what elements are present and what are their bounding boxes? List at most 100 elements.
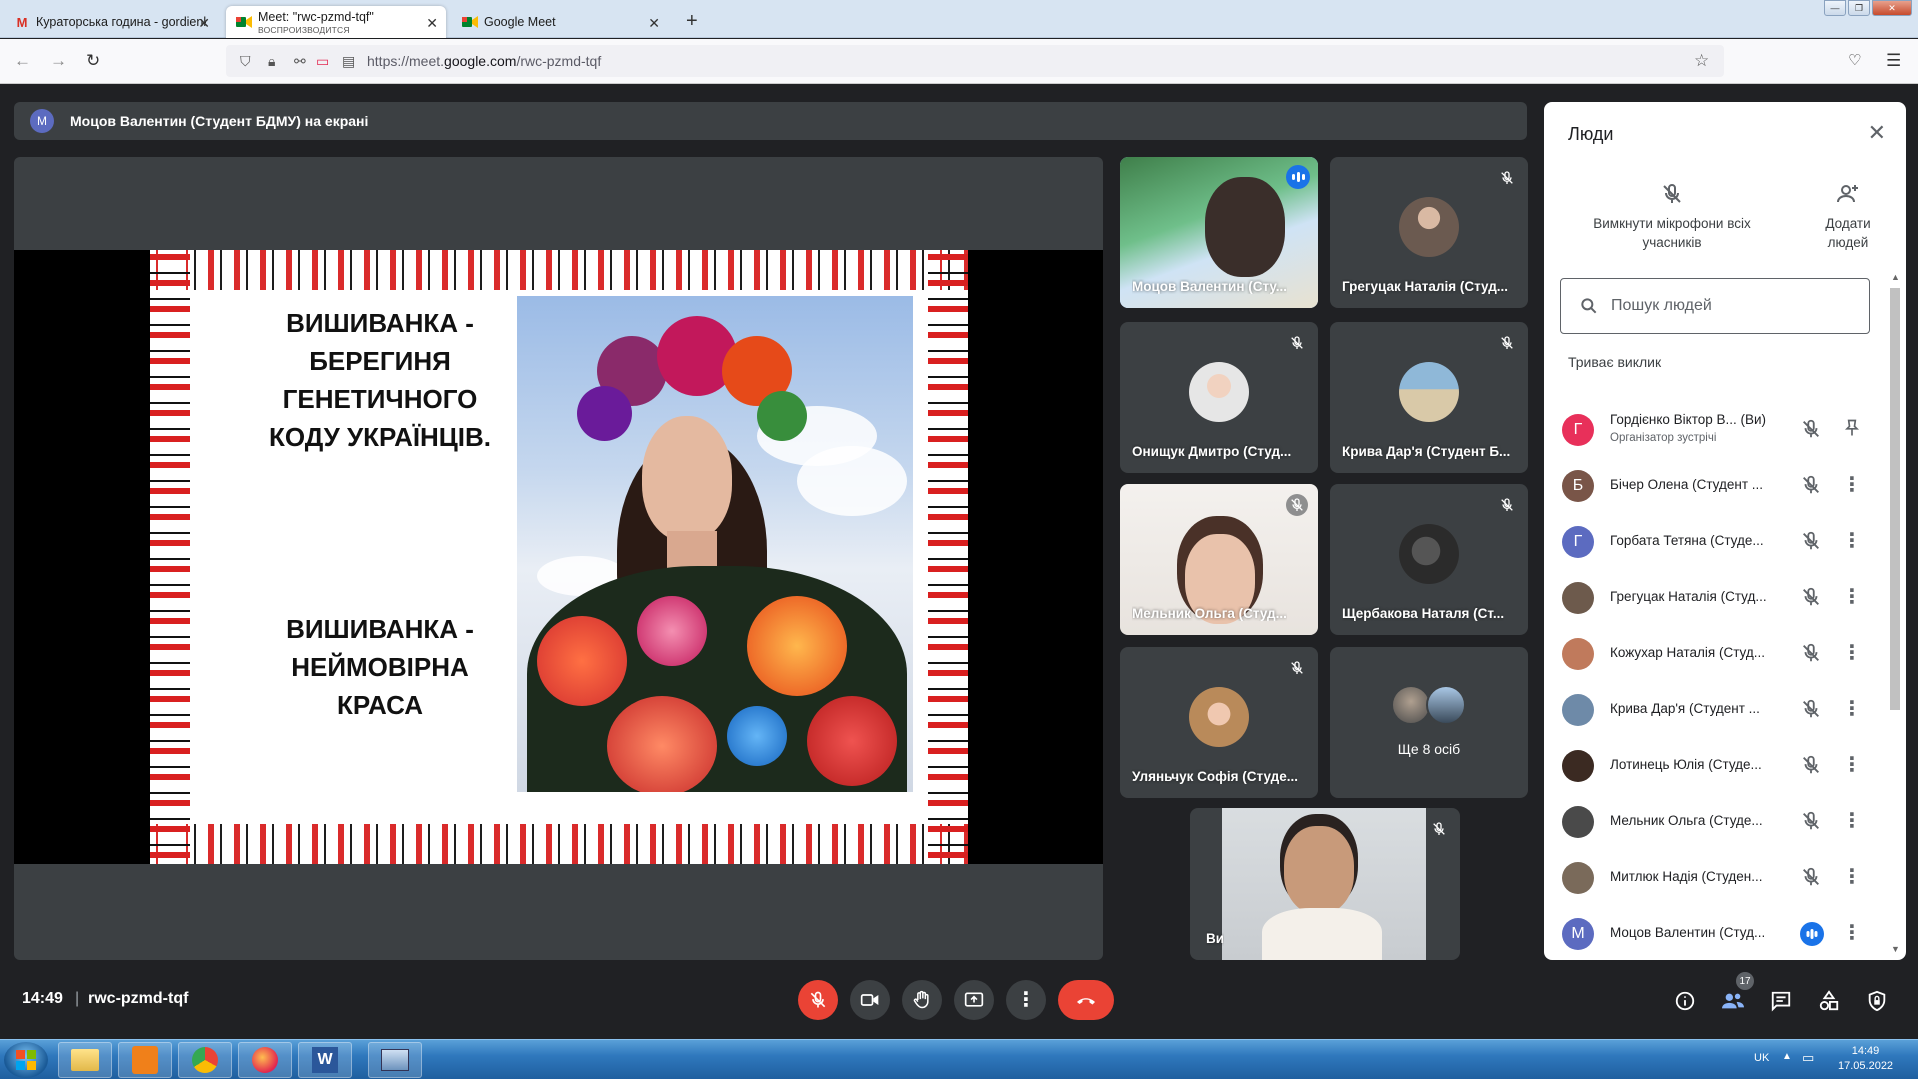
address-bar[interactable]: ⛉ 🔒︎ ⚯ ▭ ▤ https://meet.google.com/rwc-p… <box>226 45 1724 77</box>
mic-off-icon[interactable] <box>1800 810 1824 834</box>
more-options-icon[interactable]: ⋮ <box>1840 586 1864 610</box>
keyboard-language[interactable]: UK <box>1754 1052 1769 1064</box>
mic-off-icon[interactable] <box>1800 698 1824 722</box>
search-input[interactable] <box>1611 297 1851 315</box>
panel-scrollbar[interactable]: ▲ ▼ <box>1888 272 1902 960</box>
pocket-icon[interactable]: ♡ <box>1848 51 1861 69</box>
scroll-down-icon[interactable]: ▼ <box>1891 944 1900 954</box>
tab-close-icon[interactable]: ✕ <box>198 15 210 32</box>
forward-arrow-icon[interactable]: → <box>50 51 67 71</box>
participant-tile[interactable]: Онищук Дмитро (Студ... <box>1120 322 1318 473</box>
pin-icon[interactable] <box>1840 418 1864 442</box>
more-options-icon[interactable]: ⋮ <box>1840 922 1864 946</box>
close-window-button[interactable]: ✕ <box>1872 0 1912 16</box>
tab-meet-active[interactable]: Meet: "rwc-pzmd-tqf" ВОСПРОИЗВОДИТСЯ ✕ <box>226 6 446 38</box>
taskbar-explorer[interactable] <box>58 1042 112 1078</box>
mic-off-icon[interactable] <box>1800 642 1824 666</box>
mic-off-icon[interactable] <box>1800 530 1824 554</box>
meet-icon <box>462 14 478 30</box>
bookmark-star-icon[interactable]: ☆ <box>1694 51 1709 71</box>
mic-off-icon[interactable] <box>1800 474 1824 498</box>
participant-row[interactable]: Б Бічер Олена (Студент ... ⋮ <box>1544 458 1884 514</box>
reload-icon[interactable]: ↻ <box>86 51 100 71</box>
permissions-icon[interactable]: ⚯ <box>294 53 306 70</box>
more-options-icon[interactable]: ⋮ <box>1840 698 1864 722</box>
shield-icon[interactable]: ⛉ <box>240 53 251 70</box>
leave-call-button[interactable] <box>1058 980 1114 1020</box>
close-panel-icon[interactable]: ✕ <box>1868 120 1886 146</box>
tray-expand-icon[interactable]: ▲ <box>1782 1051 1792 1062</box>
mic-off-icon <box>1286 332 1308 354</box>
participant-row[interactable]: М Моцов Валентин (Студ... ⋮ <box>1544 906 1884 960</box>
more-options-icon[interactable]: ⋮ <box>1840 866 1864 890</box>
mic-off-icon[interactable] <box>1800 586 1824 610</box>
hang-up-icon <box>1077 998 1095 1005</box>
more-options-icon[interactable]: ⋮ <box>1840 754 1864 778</box>
mute-all-button[interactable]: Вимкнути мікрофони всіх учасників <box>1572 182 1772 252</box>
more-options-icon[interactable]: ⋮ <box>1840 810 1864 834</box>
taskbar-pdf-app[interactable] <box>118 1042 172 1078</box>
present-screen-button[interactable] <box>954 980 994 1020</box>
more-options-icon[interactable]: ⋮ <box>1840 474 1864 498</box>
scrollbar-thumb[interactable] <box>1890 288 1900 710</box>
participant-tile[interactable]: Грегуцак Наталія (Студ... <box>1330 157 1528 308</box>
new-tab-button[interactable]: + <box>686 10 698 33</box>
main-stage[interactable]: ВИШИВАНКА - БЕРЕГИНЯ ГЕНЕТИЧНОГО КОДУ УК… <box>14 157 1103 960</box>
tab-close-icon[interactable]: ✕ <box>426 15 438 32</box>
back-arrow-icon[interactable]: ← <box>14 51 31 71</box>
add-people-button[interactable]: Додати людей <box>1808 182 1888 252</box>
start-button[interactable] <box>4 1042 48 1078</box>
scroll-up-icon[interactable]: ▲ <box>1891 272 1900 282</box>
meeting-details-button[interactable] <box>1672 988 1698 1014</box>
mic-off-icon[interactable] <box>1800 866 1824 890</box>
participant-tile[interactable]: Моцов Валентин (Сту... <box>1120 157 1318 308</box>
taskbar-chrome[interactable] <box>178 1042 232 1078</box>
maximize-button[interactable]: ❐ <box>1848 0 1870 16</box>
more-options-icon[interactable]: ⋮ <box>1840 642 1864 666</box>
participant-tile[interactable]: Уляньчук Софія (Студе... <box>1120 647 1318 798</box>
tab-title: Кураторська година - gordienk <box>36 15 206 29</box>
taskbar-word[interactable]: W <box>298 1042 352 1078</box>
lock-icon[interactable]: 🔒︎ <box>268 53 275 70</box>
participant-row[interactable]: Лотинець Юлія (Студе... ⋮ <box>1544 738 1884 794</box>
participant-row[interactable]: Г Горбата Тетяна (Студе... ⋮ <box>1544 514 1884 570</box>
tab-close-icon[interactable]: ✕ <box>648 15 660 32</box>
toggle-camera-button[interactable] <box>850 980 890 1020</box>
menu-icon[interactable]: ☰ <box>1886 51 1901 71</box>
more-options-button[interactable]: ⋮ <box>1006 980 1046 1020</box>
participant-tile[interactable]: Крива Дар'я (Студент Б... <box>1330 322 1528 473</box>
minimize-button[interactable]: — <box>1824 0 1846 16</box>
chat-button[interactable] <box>1768 988 1794 1014</box>
host-controls-button[interactable] <box>1864 988 1890 1014</box>
activities-button[interactable] <box>1816 988 1842 1014</box>
people-button[interactable] <box>1720 988 1746 1014</box>
people-search-field[interactable] <box>1560 278 1870 334</box>
self-view-tile[interactable]: Ви <box>1190 808 1460 960</box>
tab-google-meet[interactable]: Google Meet ✕ <box>452 6 668 38</box>
taskbar-firefox[interactable] <box>238 1042 292 1078</box>
participant-tile[interactable]: Мельник Ольга (Студ... <box>1120 484 1318 635</box>
taskbar-window[interactable] <box>368 1042 422 1078</box>
participant-tile[interactable]: Щербакова Наталя (Ст... <box>1330 484 1528 635</box>
participant-row[interactable]: Кожухар Наталія (Студ... ⋮ <box>1544 626 1884 682</box>
network-icon[interactable]: ▭ <box>1802 1050 1814 1066</box>
participant-row[interactable]: Мельник Ольга (Студе... ⋮ <box>1544 794 1884 850</box>
participant-row[interactable]: Крива Дар'я (Студент ... ⋮ <box>1544 682 1884 738</box>
participant-row[interactable]: Грегуцак Наталія (Студ... ⋮ <box>1544 570 1884 626</box>
more-options-icon[interactable]: ⋮ <box>1840 530 1864 554</box>
raise-hand-button[interactable] <box>902 980 942 1020</box>
tab-curator-hour[interactable]: M Кураторська година - gordienk ✕ <box>4 6 218 38</box>
reader-icon[interactable]: ▤ <box>342 53 355 70</box>
tray-clock[interactable]: 14:49 17.05.2022 <box>1838 1044 1893 1074</box>
participant-row[interactable]: Митлюк Надія (Студен... ⋮ <box>1544 850 1884 906</box>
mic-off-icon[interactable] <box>1800 418 1824 442</box>
toggle-mic-button[interactable] <box>798 980 838 1020</box>
present-icon <box>964 992 984 1007</box>
mic-off-icon[interactable] <box>1800 754 1824 778</box>
camera-sharing-icon[interactable]: ▭ <box>316 53 329 70</box>
participant-row[interactable]: Г Гордієнко Віктор В... (Ви) Організатор з… <box>1544 402 1884 458</box>
woman-in-vyshyvanka-photo <box>517 296 913 792</box>
meeting-time: 14:49 <box>22 990 63 1007</box>
avatar: Г <box>1562 526 1594 558</box>
more-participants-tile[interactable]: Ще 8 осіб <box>1330 647 1528 798</box>
